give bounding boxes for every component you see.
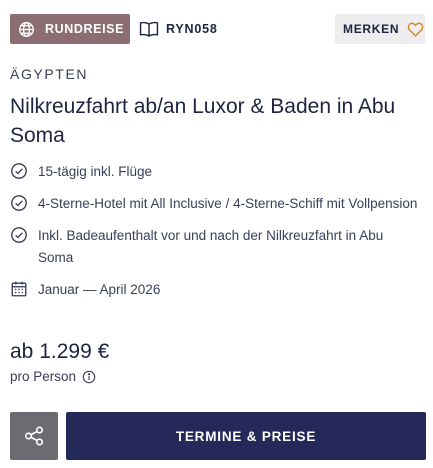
feature-list: 15-tägig inkl. Flüge 4-Sterne-Hotel mit … — [10, 161, 420, 311]
calendar-icon — [11, 281, 27, 297]
dates-prices-button[interactable]: TERMINE & PREISE — [66, 412, 426, 460]
per-person-label: pro Person — [10, 369, 77, 384]
share-icon — [24, 426, 44, 446]
trip-card: RUNDREISE RYN058 MERKEN ÄGYPTEN Nilkreuz… — [0, 0, 433, 468]
trip-code-label: RYN058 — [166, 22, 218, 36]
share-button[interactable] — [10, 412, 58, 460]
globe-icon — [19, 21, 34, 37]
country-label: ÄGYPTEN — [10, 66, 89, 82]
merken-label: MERKEN — [343, 22, 400, 36]
trip-code: RYN058 — [139, 14, 218, 44]
price-note: pro Person — [10, 369, 96, 384]
trip-type-badge: RUNDREISE — [10, 14, 130, 44]
card-header: RUNDREISE RYN058 MERKEN — [10, 14, 425, 44]
travel-period: Januar — April 2026 — [38, 282, 161, 297]
check-circle-icon — [11, 227, 27, 243]
book-icon — [139, 21, 159, 37]
info-icon[interactable] — [82, 370, 96, 384]
feature-text: 4-Sterne-Hotel mit All Inclusive / 4-Ste… — [38, 196, 418, 211]
heart-outline-icon — [407, 22, 424, 37]
price: ab 1.299 € — [10, 340, 110, 363]
feature-text: 15-tägig inkl. Flüge — [38, 164, 153, 179]
trip-title[interactable]: Nilkreuzfahrt ab/an Luxor & Baden in Abu… — [10, 92, 410, 150]
trip-type-label: RUNDREISE — [45, 22, 125, 36]
feature-item: 4-Sterne-Hotel mit All Inclusive / 4-Ste… — [10, 193, 420, 215]
feature-text: Inkl. Badeaufenthalt vor und nach der Ni… — [38, 228, 384, 265]
feature-item-dates: Januar — April 2026 — [10, 279, 420, 301]
feature-item: Inkl. Badeaufenthalt vor und nach der Ni… — [10, 225, 420, 269]
check-circle-icon — [11, 163, 27, 179]
feature-item: 15-tägig inkl. Flüge — [10, 161, 420, 183]
check-circle-icon — [11, 195, 27, 211]
merken-button[interactable]: MERKEN — [335, 14, 425, 44]
